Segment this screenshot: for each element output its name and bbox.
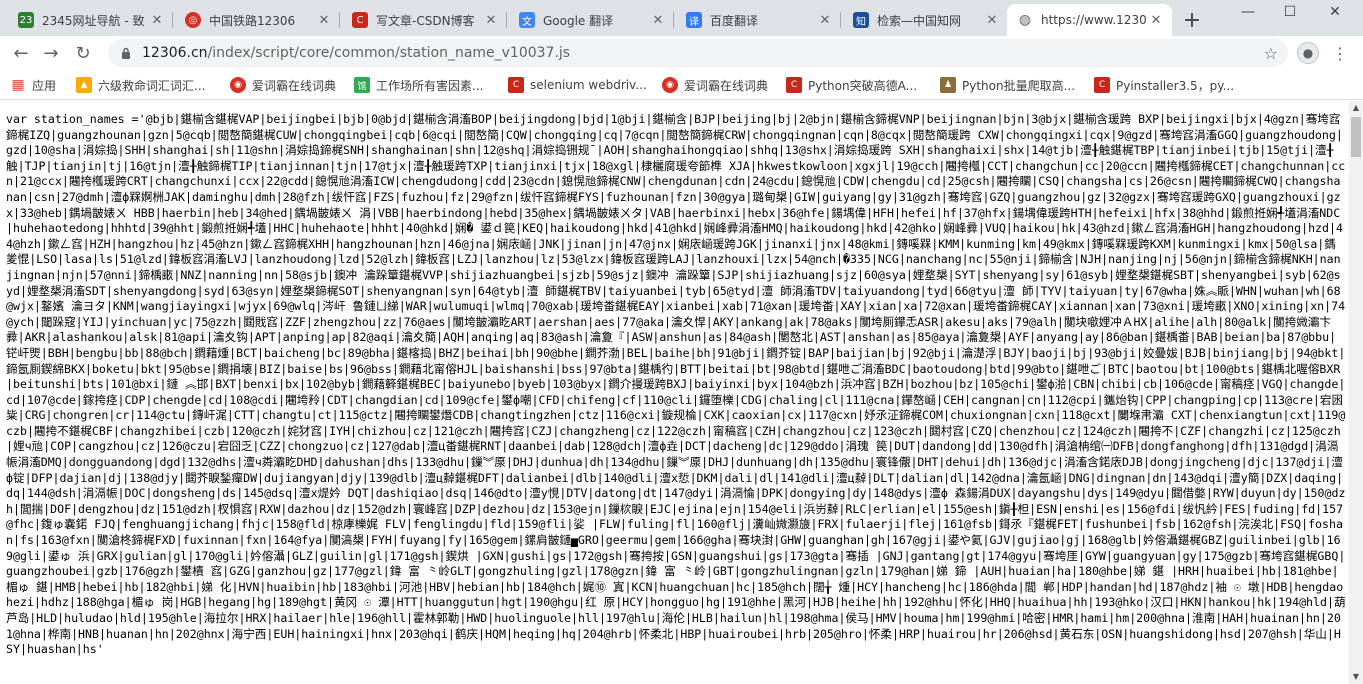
bookmarks-bar: ▦ 应用 ▲ 六级救命词汇词汇... ◉ 爱词霸在线词典 馆 工作场所有害因素.…	[0, 70, 1363, 100]
url-host: 12306.cn	[142, 45, 208, 61]
bookmark-label: 工作场所有害因素...	[376, 78, 484, 93]
bookmark-apps[interactable]: ▦ 应用	[10, 76, 56, 94]
tab-separator	[339, 12, 340, 28]
vertical-scrollbar[interactable]: ▲ ▼	[1349, 101, 1363, 684]
globe-icon: ◍	[1018, 12, 1032, 28]
toolbar: ← → ↻ 12306.cn/index/script/core/common/…	[0, 36, 1363, 70]
bookmark-label: 爱词霸在线词典	[684, 78, 769, 93]
tab-separator	[840, 12, 841, 28]
tab-title: Google 翻译	[543, 13, 614, 28]
menu-kebab-icon[interactable]: ⋮	[1332, 40, 1348, 66]
url-path: /index/script/core/common/station_name_v…	[207, 45, 571, 61]
apps-icon: ▦	[11, 77, 25, 93]
csdn-icon: C	[786, 77, 802, 93]
page-content: var station_names ='@bjb|鍖椾含鍖梶VAP|beijin…	[0, 101, 1349, 684]
bookmark-label: selenium webdriv...	[530, 78, 647, 92]
scroll-up-icon[interactable]: ▲	[1349, 101, 1363, 115]
tab-title: https://www.1230	[1041, 13, 1147, 27]
tab-separator	[506, 12, 507, 28]
scroll-down-icon[interactable]: ▼	[1349, 670, 1363, 684]
tab-12306[interactable]: ◎ 中国铁路12306 ✕	[175, 4, 340, 36]
close-icon[interactable]: ✕	[1148, 13, 1164, 28]
bookmark-label: 应用	[32, 78, 57, 93]
tab-separator	[673, 12, 674, 28]
bookmark-python-amap[interactable]: C Python突破高德A...	[786, 76, 917, 94]
close-icon[interactable]: ✕	[483, 13, 499, 28]
iciba-icon: ◉	[230, 77, 246, 93]
bookmark-label: 六级救命词汇词汇...	[98, 78, 206, 93]
close-icon[interactable]: ✕	[316, 13, 332, 28]
close-icon[interactable]: ✕	[984, 13, 1000, 28]
google-translate-icon: 文	[519, 12, 535, 28]
scrollbar-thumb[interactable]	[1351, 117, 1361, 157]
back-button[interactable]: ←	[8, 40, 34, 66]
tab-google-translate[interactable]: 文 Google 翻译 ✕	[509, 4, 674, 36]
bookmark-label: Python批量爬取高...	[962, 78, 1076, 93]
bookmark-selenium[interactable]: C selenium webdriv...	[508, 76, 647, 94]
arrow-right-icon: →	[43, 42, 59, 64]
address-bar[interactable]: 12306.cn/index/script/core/common/statio…	[108, 39, 1288, 67]
tab-12306-script[interactable]: ◍ https://www.1230 ✕	[1007, 4, 1172, 36]
lock-icon	[120, 47, 132, 59]
tab-title: 检索—中国知网	[877, 13, 962, 28]
baidu-translate-icon: 译	[686, 12, 702, 28]
tab-title: 中国铁路12306	[209, 13, 296, 28]
csdn-icon: C	[352, 12, 368, 28]
arrow-left-icon: ←	[13, 42, 29, 64]
close-icon[interactable]: ✕	[817, 13, 833, 28]
close-icon[interactable]: ✕	[650, 13, 666, 28]
2345-icon: 23	[18, 12, 34, 28]
tab-title: 2345网址导航 - 致	[42, 13, 145, 28]
bookmark-iciba-2[interactable]: ◉ 爱词霸在线词典	[662, 76, 768, 94]
bookmark-workplace[interactable]: 馆 工作场所有害因素...	[354, 76, 483, 94]
bookmark-label: Pyinstaller3.5，py...	[1116, 78, 1235, 93]
new-tab-button[interactable]: +	[1178, 6, 1206, 34]
book-icon: ▲	[76, 77, 92, 93]
doc-icon: 馆	[354, 77, 370, 93]
url-text: 12306.cn/index/script/core/common/statio…	[142, 45, 570, 61]
close-window-icon[interactable]: ✕	[1325, 4, 1345, 20]
tab-separator	[172, 12, 173, 28]
tab-2345[interactable]: 23 2345网址导航 - 致 ✕	[8, 4, 173, 36]
bookmark-python-crawl[interactable]: ♟ Python批量爬取高...	[940, 76, 1075, 94]
tab-title: 百度翻译	[710, 13, 759, 28]
script-source-text: var station_names ='@bjb|鍖椾含鍖梶VAP|beijin…	[6, 112, 1346, 657]
forward-button[interactable]: →	[38, 40, 64, 66]
tab-csdn[interactable]: C 写文章-CSDN博客 ✕	[342, 4, 507, 36]
minimize-icon[interactable]: —	[1238, 4, 1258, 20]
bookmark-cet6[interactable]: ▲ 六级救命词汇词汇...	[76, 76, 205, 94]
zhihu-icon: ♟	[940, 77, 956, 93]
reload-button[interactable]: ↻	[70, 40, 96, 66]
bookmark-pyinstaller[interactable]: C Pyinstaller3.5，py...	[1094, 76, 1234, 94]
bookmark-iciba-1[interactable]: ◉ 爱词霸在线词典	[230, 76, 336, 94]
csdn-icon: C	[1094, 77, 1110, 93]
tab-cnki[interactable]: 知 检索—中国知网 ✕	[843, 4, 1008, 36]
profile-avatar-icon[interactable]: ●	[1297, 42, 1319, 64]
tab-title: 写文章-CSDN博客	[376, 13, 475, 28]
cnki-icon: 知	[853, 12, 869, 28]
bookmark-label: Python突破高德A...	[808, 78, 918, 93]
csdn-icon: C	[508, 77, 524, 93]
reload-icon: ↻	[75, 42, 91, 64]
tab-baidu-translate[interactable]: 译 百度翻译 ✕	[676, 4, 841, 36]
close-icon[interactable]: ✕	[149, 13, 165, 28]
tab-strip: 23 2345网址导航 - 致 ✕ ◎ 中国铁路12306 ✕ C 写文章-CS…	[0, 0, 1363, 36]
railway-icon: ◎	[185, 12, 201, 28]
iciba-icon: ◉	[662, 77, 678, 93]
maximize-icon[interactable]: ☐	[1280, 4, 1300, 20]
bookmark-star-icon[interactable]: ☆	[1264, 44, 1278, 63]
bookmark-label: 爱词霸在线词典	[252, 78, 337, 93]
